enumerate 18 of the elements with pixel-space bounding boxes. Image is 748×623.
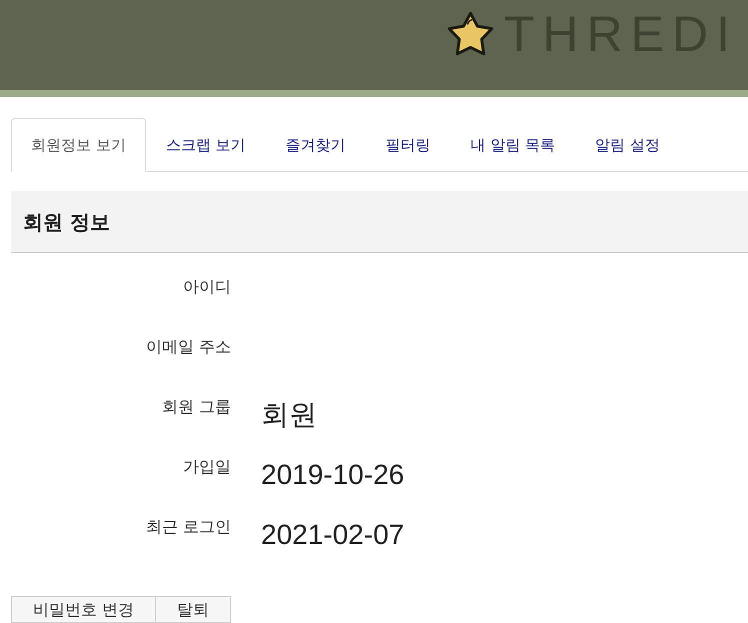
- section-title: 회원 정보: [23, 208, 110, 234]
- action-button[interactable]: 비밀번호 변경: [11, 596, 156, 623]
- field-label: 최근 로그인: [146, 517, 231, 537]
- tab[interactable]: 내 알림 목록: [450, 118, 576, 172]
- field-label: 이메일 주소: [146, 337, 231, 357]
- tab[interactable]: 필터링: [366, 118, 451, 172]
- field-value: 2019-10-26: [261, 458, 404, 492]
- star-icon: [446, 11, 494, 57]
- field-label: 회원 그룹: [162, 397, 231, 417]
- field-label: 아이디: [183, 277, 231, 297]
- tab[interactable]: 스크랩 보기: [146, 118, 266, 172]
- field-value: 회원: [261, 398, 317, 432]
- tab[interactable]: 알림 설정: [575, 118, 680, 172]
- tab[interactable]: 즐겨찾기: [266, 118, 366, 172]
- field-label: 가입일: [183, 457, 231, 477]
- field-value: 2021-02-07: [261, 518, 404, 552]
- tab[interactable]: 회원정보 보기: [11, 118, 146, 172]
- action-button[interactable]: 탈퇴: [156, 596, 232, 623]
